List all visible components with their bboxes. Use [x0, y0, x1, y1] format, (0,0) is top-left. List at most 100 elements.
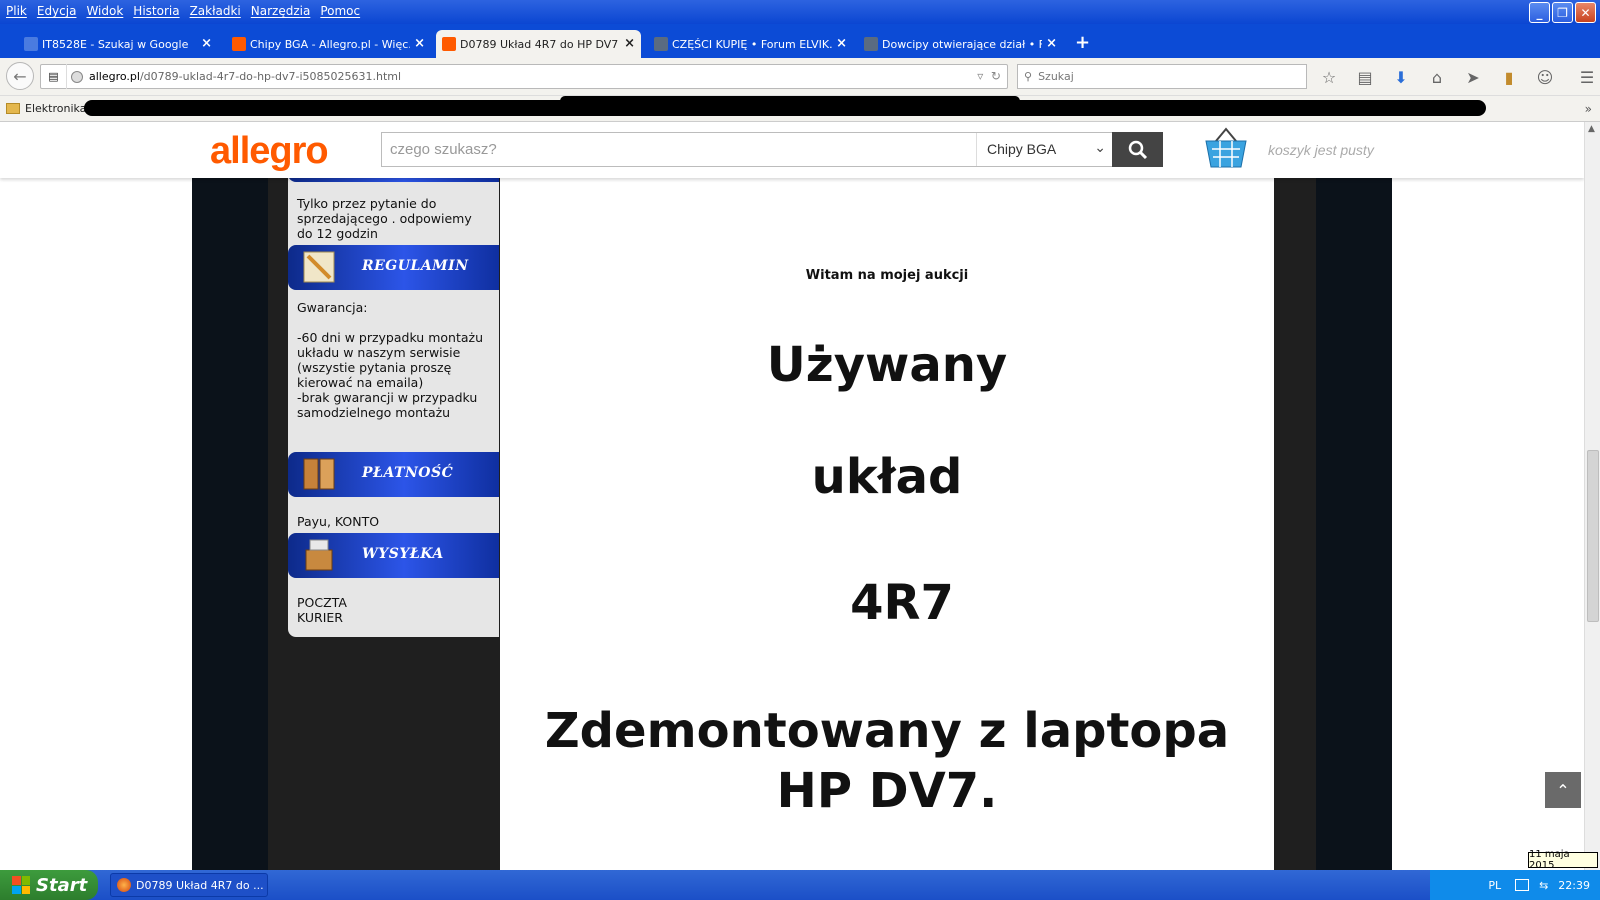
star-icon[interactable]: ☆	[1318, 66, 1340, 88]
cart-status[interactable]: koszyk jest pusty	[1268, 142, 1374, 158]
tab-title: D0789 Układ 4R7 do HP DV7 (...	[460, 37, 620, 51]
forum-icon	[864, 37, 878, 51]
page-scrollbar[interactable]: ▲	[1584, 122, 1600, 870]
wallet-icon	[303, 458, 335, 490]
folder-icon	[6, 103, 20, 114]
browser-search-input[interactable]: ⚲ Szukaj	[1017, 64, 1307, 89]
menu-help[interactable]: Pomoc	[320, 4, 360, 18]
menu-history[interactable]: Historia	[133, 4, 179, 18]
toolbar-icons: ☆ ▤ ⬇ ⌂ ➤ ▮ ☺ ☰	[1318, 66, 1598, 88]
windows-logo-icon	[12, 876, 30, 894]
panel-title: PŁATNOŚĆ	[362, 465, 454, 481]
page-viewport: Tylko przez pytanie do sprzedającego . o…	[0, 122, 1584, 870]
tab-dowcipy[interactable]: Dowcipy otwierające dział • F... ×	[858, 30, 1063, 58]
panel-title: WYSYŁKA	[362, 546, 444, 562]
allegro-icon	[232, 37, 246, 51]
site-info-icon[interactable]: ▤	[41, 64, 67, 89]
panel-header-platnosc: PŁATNOŚĆ	[288, 452, 499, 497]
regulamin-text: Gwarancja: -60 dni w przypadku montażu u…	[297, 300, 483, 420]
tab-title: IT8528E - Szukaj w Google	[42, 37, 189, 51]
url-domain: allegro.pl	[89, 70, 140, 83]
start-button[interactable]: Start	[0, 870, 98, 900]
basket-icon[interactable]	[1204, 127, 1248, 169]
reload-icon[interactable]: ▿ ↻	[977, 69, 1001, 83]
new-tab-button[interactable]: +	[1075, 32, 1090, 53]
language-indicator[interactable]: PL	[1488, 879, 1501, 892]
date-tooltip: 11 maja 2015	[1528, 849, 1598, 871]
reading-list-icon[interactable]: ▤	[1354, 66, 1376, 88]
menu-edit[interactable]: Edycja	[37, 4, 77, 18]
start-label: Start	[36, 874, 88, 896]
tab-title: Dowcipy otwierające dział • F...	[882, 37, 1042, 51]
tab-title: CZĘŚCI KUPIĘ • Forum ELVIK...	[672, 37, 832, 51]
menu-file[interactable]: Plik	[6, 4, 27, 18]
network-icon[interactable]: ⇆	[1539, 879, 1548, 892]
pocket-icon[interactable]: ▮	[1498, 66, 1520, 88]
category-value: Chipy BGA	[987, 141, 1057, 157]
menu-view[interactable]: Widok	[86, 4, 123, 18]
home-icon[interactable]: ⌂	[1426, 66, 1448, 88]
headline-laptop: HP DV7.	[776, 763, 998, 819]
panel-header-regulamin: REGULAMIN	[288, 245, 499, 290]
address-bar[interactable]: ▤ allegro.pl /d0789-uklad-4r7-do-hp-dv7-…	[40, 64, 1008, 89]
chat-icon[interactable]: ☺	[1534, 66, 1556, 88]
allegro-logo[interactable]: allegro	[210, 130, 329, 173]
close-tab-icon[interactable]: ×	[624, 36, 635, 51]
tab-d0789-active[interactable]: D0789 Układ 4R7 do HP DV7 (... ×	[436, 30, 641, 58]
close-tab-icon[interactable]: ×	[836, 36, 847, 51]
site-search-button[interactable]	[1112, 132, 1163, 167]
bookmark-folder-elektronika[interactable]: Elektronika	[6, 102, 86, 115]
scroll-up-icon[interactable]: ▲	[1588, 124, 1595, 134]
headline-removed: Zdemontowany z laptopa	[544, 703, 1230, 759]
menu-bookmarks[interactable]: Zakładki	[190, 4, 241, 18]
tab-strip: IT8528E - Szukaj w Google × Chipy BGA - …	[0, 24, 1600, 58]
bookmarks-more-button[interactable]: »	[1585, 102, 1592, 116]
chevron-down-icon: ⌄	[1094, 139, 1106, 155]
minimize-button[interactable]: _	[1529, 2, 1550, 23]
google-icon	[24, 37, 38, 51]
category-select[interactable]: Chipy BGA ⌄	[976, 133, 1114, 166]
close-window-button[interactable]: ✕	[1575, 2, 1596, 23]
headline-model: 4R7	[850, 575, 954, 631]
search-placeholder: Szukaj	[1038, 70, 1074, 83]
wysylka-text: POCZTA KURIER	[297, 595, 347, 625]
firefox-icon	[117, 878, 131, 892]
taskbar-firefox-window[interactable]: D0789 Układ 4R7 do ...	[110, 873, 268, 897]
back-to-top-button[interactable]: ⌃	[1545, 772, 1581, 808]
window-controls: _ ❐ ✕	[1529, 2, 1596, 23]
close-tab-icon[interactable]: ×	[414, 36, 425, 51]
system-tray: PL ⇆ 22:39	[1430, 870, 1600, 900]
maximize-button[interactable]: ❐	[1552, 2, 1573, 23]
back-button[interactable]: ←	[6, 62, 34, 90]
close-tab-icon[interactable]: ×	[201, 36, 212, 51]
panel-title: REGULAMIN	[362, 258, 469, 274]
menu-tools[interactable]: Narzędzia	[251, 4, 311, 18]
menu-icon[interactable]: ☰	[1576, 66, 1598, 88]
site-search-field[interactable]: czego szukasz? Chipy BGA ⌄	[381, 132, 1113, 167]
pencil-icon	[303, 251, 335, 283]
keyboard-icon[interactable]	[1515, 879, 1530, 891]
tab-forum-czesci[interactable]: CZĘŚCI KUPIĘ • Forum ELVIK... ×	[648, 30, 853, 58]
search-icon	[1128, 140, 1147, 159]
send-icon[interactable]: ➤	[1462, 66, 1484, 88]
tab-chipy-bga[interactable]: Chipy BGA - Allegro.pl - Więc... ×	[226, 30, 431, 58]
search-icon: ⚲	[1024, 70, 1033, 83]
clock[interactable]: 22:39	[1558, 879, 1590, 892]
panel-header-wysylka: WYSYŁKA	[288, 533, 499, 578]
welcome-text: Witam na mojej aukcji	[805, 268, 969, 283]
redaction-bar	[560, 96, 1020, 106]
scroll-thumb[interactable]	[1587, 450, 1599, 622]
navigation-bar: ← ▤ allegro.pl /d0789-uklad-4r7-do-hp-dv…	[0, 58, 1600, 96]
bookmark-label: Elektronika	[25, 102, 87, 115]
close-tab-icon[interactable]: ×	[1046, 36, 1057, 51]
menu-bar: Plik Edycja Widok Historia Zakładki Narz…	[0, 0, 370, 22]
download-icon[interactable]: ⬇	[1390, 66, 1412, 88]
globe-icon	[71, 70, 83, 83]
tab-google[interactable]: IT8528E - Szukaj w Google ×	[18, 30, 218, 58]
contact-text: Tylko przez pytanie do sprzedającego . o…	[297, 196, 472, 241]
site-search-placeholder: czego szukasz?	[390, 141, 497, 158]
headline-used: Używany	[766, 337, 1008, 393]
box-icon	[305, 539, 333, 571]
allegro-icon	[442, 37, 456, 51]
tab-title: Chipy BGA - Allegro.pl - Więc...	[250, 37, 410, 51]
